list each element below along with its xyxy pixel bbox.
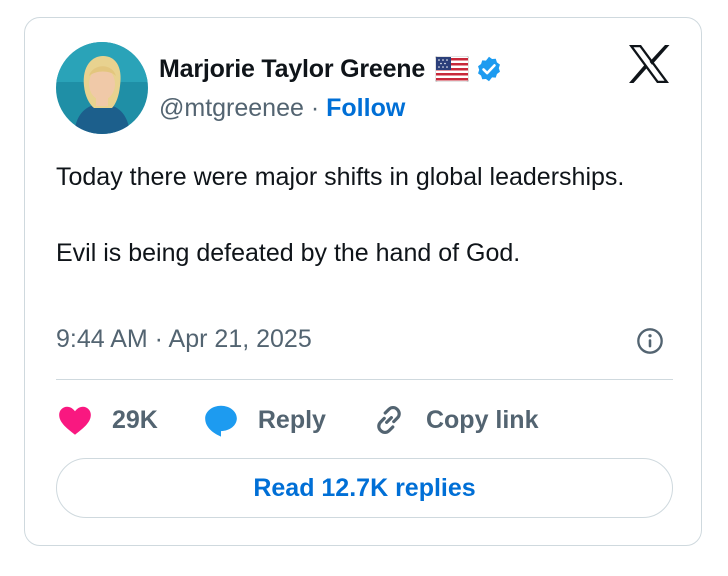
- tweet-timestamp[interactable]: 9:44 AM · Apr 21, 2025: [56, 325, 312, 354]
- follow-button[interactable]: Follow: [326, 94, 405, 122]
- reply-bubble-icon: [202, 401, 240, 439]
- tweet-paragraph: Today there were major shifts in global …: [56, 163, 625, 191]
- tweet-paragraph: Evil is being defeated by the hand of Go…: [56, 239, 521, 267]
- action-bar: 29K Reply Copy link: [56, 398, 582, 442]
- tweet-text: Today there were major shifts in global …: [56, 158, 656, 272]
- link-icon: [370, 401, 408, 439]
- copy-link-label: Copy link: [425, 405, 539, 434]
- copy-link-button[interactable]: Copy link: [370, 401, 539, 439]
- avatar[interactable]: [56, 42, 148, 134]
- info-icon[interactable]: [636, 327, 664, 355]
- x-logo-icon[interactable]: [627, 44, 671, 84]
- reply-button[interactable]: Reply: [202, 401, 326, 439]
- author-handle[interactable]: @mtgreenee: [159, 94, 304, 122]
- author-name[interactable]: Marjorie Taylor Greene: [159, 55, 425, 84]
- tweet-embed-card: Marjorie Taylor Greene @mtgreenee · Foll…: [24, 17, 702, 546]
- author-handle-row: @mtgreenee · Follow: [159, 94, 405, 123]
- reply-label: Reply: [257, 405, 326, 434]
- divider: [56, 379, 673, 380]
- like-button[interactable]: 29K: [56, 401, 158, 439]
- read-replies-button[interactable]: Read 12.7K replies: [56, 458, 673, 518]
- us-flag-icon: [434, 55, 470, 83]
- author-name-row: Marjorie Taylor Greene: [159, 52, 503, 86]
- verified-badge-icon: [475, 55, 503, 83]
- like-count: 29K: [112, 405, 158, 434]
- handle-separator: ·: [310, 94, 327, 122]
- heart-icon: [56, 401, 94, 439]
